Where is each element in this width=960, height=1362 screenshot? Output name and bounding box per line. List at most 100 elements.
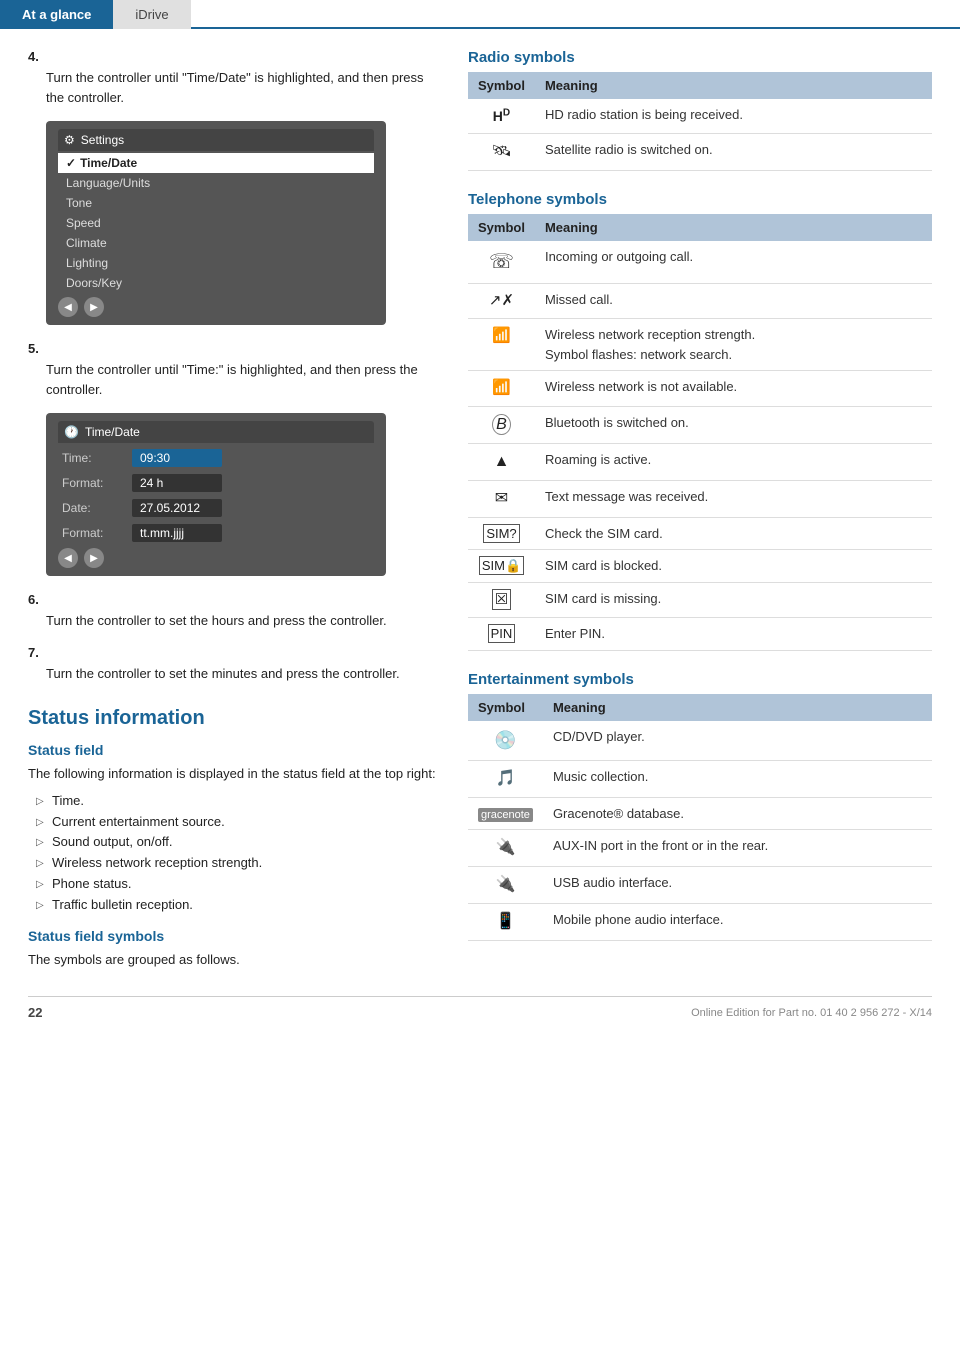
right-column: Radio symbols Symbol Meaning HD HD radio… — [468, 49, 932, 976]
bullet-entertainment: Current entertainment source. — [36, 812, 438, 833]
timedate-row-format2: Format: tt.mm.jjjj — [58, 522, 374, 544]
timedate-row-time: Time: 09:30 — [58, 447, 374, 469]
ent-col-symbol: Symbol — [468, 694, 543, 721]
ent-symbol-mobile: 📱 — [468, 904, 543, 941]
table-row: 🛰 Satellite radio is switched on. — [468, 133, 932, 170]
tel-meaning-sim-check: Check the SIM card. — [535, 517, 932, 550]
ent-symbol-usb: 🔌 — [468, 867, 543, 904]
ent-symbol-aux: 🔌 — [468, 830, 543, 867]
ent-symbol-music: 🎵 — [468, 760, 543, 797]
tel-meaning-roam: Roaming is active. — [535, 443, 932, 480]
tel-meaning-sim-blocked: SIM card is blocked. — [535, 550, 932, 583]
tel-meaning-missed: Missed call. — [535, 283, 932, 319]
table-row: SIM? Check the SIM card. — [468, 517, 932, 550]
ent-col-meaning: Meaning — [543, 694, 932, 721]
ent-meaning-aux: AUX-IN port in the front or in the rear. — [543, 830, 932, 867]
step-6-text: Turn the controller to set the hours and… — [46, 611, 438, 631]
tel-symbol-roam: ▲ — [468, 443, 535, 480]
checkmark-icon: ✓ — [66, 156, 76, 170]
step-5: 5. Turn the controller until "Time:" is … — [28, 341, 438, 399]
tel-meaning-sms: Text message was received. — [535, 480, 932, 517]
table-row: B Bluetooth is switched on. — [468, 406, 932, 443]
status-information-heading: Status information — [28, 707, 438, 730]
step-4: 4. Turn the controller until "Time/Date"… — [28, 49, 438, 107]
tel-symbol-call: ☏ — [468, 241, 535, 284]
table-row: HD HD radio station is being received. — [468, 99, 932, 133]
tel-symbol-sim-check: SIM? — [468, 517, 535, 550]
status-field-bullets: Time. Current entertainment source. Soun… — [36, 791, 438, 916]
radio-symbols-heading: Radio symbols — [468, 49, 932, 66]
bullet-time: Time. — [36, 791, 438, 812]
telephone-symbols-heading: Telephone symbols — [468, 191, 932, 208]
footer-text: Online Edition for Part no. 01 40 2 956 … — [691, 1007, 932, 1019]
tel-symbol-no-signal: 📶 — [468, 371, 535, 407]
table-row: ☏ Incoming or outgoing call. — [468, 241, 932, 284]
status-field-subheading: Status field — [28, 742, 438, 758]
radio-col-symbol: Symbol — [468, 72, 535, 99]
bullet-sound: Sound output, on/off. — [36, 832, 438, 853]
tab-at-a-glance[interactable]: At a glance — [0, 0, 113, 29]
screen-nav-arrows: ◀ ▶ — [58, 297, 374, 317]
left-column: 4. Turn the controller until "Time/Date"… — [28, 49, 438, 976]
status-field-symbols-body: The symbols are grouped as follows. — [28, 950, 438, 971]
timedate-value-date: 27.05.2012 — [132, 499, 222, 517]
timedate-title-text: Time/Date — [85, 425, 140, 439]
tel-symbol-bt: B — [468, 406, 535, 443]
timedate-value-time: 09:30 — [132, 449, 222, 467]
settings-screen-mockup: ⚙ Settings ✓ Time/Date Language/Units To… — [46, 121, 386, 325]
page-number: 22 — [28, 1005, 42, 1020]
menu-item-timedate-selected: ✓ Time/Date — [58, 153, 374, 173]
step-4-number: 4. — [28, 49, 438, 64]
entertainment-symbols-heading: Entertainment symbols — [468, 671, 932, 688]
radio-col-meaning: Meaning — [535, 72, 932, 99]
tel-symbol-pin: PIN — [468, 618, 535, 651]
radio-symbols-table: Symbol Meaning HD HD radio station is be… — [468, 72, 932, 171]
table-row: ↗✗ Missed call. — [468, 283, 932, 319]
bullet-phone: Phone status. — [36, 874, 438, 895]
step-7: 7. Turn the controller to set the minute… — [28, 645, 438, 684]
table-row: 📱 Mobile phone audio interface. — [468, 904, 932, 941]
table-row: 📶 Wireless network is not available. — [468, 371, 932, 407]
settings-gear-icon: ⚙ — [64, 133, 75, 147]
timedate-row-format1: Format: 24 h — [58, 472, 374, 494]
tab-idrive[interactable]: iDrive — [113, 0, 190, 29]
menu-item-timedate-label: Time/Date — [80, 156, 137, 170]
table-row: SIM🔒 SIM card is blocked. — [468, 550, 932, 583]
tel-meaning-pin: Enter PIN. — [535, 618, 932, 651]
timedate-nav-right: ▶ — [84, 548, 104, 568]
tel-meaning-signal: Wireless network reception strength.Symb… — [535, 319, 932, 371]
step-7-number: 7. — [28, 645, 438, 660]
radio-meaning-sat: Satellite radio is switched on. — [535, 133, 932, 170]
timedate-value-format2: tt.mm.jjjj — [132, 524, 222, 542]
timedate-label-time: Time: — [62, 451, 132, 465]
menu-item-lighting: Lighting — [58, 253, 374, 273]
step-5-number: 5. — [28, 341, 438, 356]
ent-meaning-music: Music collection. — [543, 760, 932, 797]
menu-item-doors: Doors/Key — [58, 273, 374, 293]
timedate-label-format1: Format: — [62, 476, 132, 490]
menu-item-tone: Tone — [58, 193, 374, 213]
radio-symbol-sat: 🛰 — [468, 133, 535, 170]
menu-item-speed: Speed — [58, 213, 374, 233]
telephone-symbols-table: Symbol Meaning ☏ Incoming or outgoing ca… — [468, 214, 932, 651]
bullet-traffic: Traffic bulletin reception. — [36, 895, 438, 916]
settings-screen-title: ⚙ Settings — [58, 129, 374, 151]
timedate-label-date: Date: — [62, 501, 132, 515]
ent-symbol-cd: 💿 — [468, 721, 543, 761]
step-6-number: 6. — [28, 592, 438, 607]
tel-symbol-missed: ↗✗ — [468, 283, 535, 319]
step-4-text: Turn the controller until "Time/Date" is… — [46, 68, 438, 107]
menu-item-climate: Climate — [58, 233, 374, 253]
tel-symbol-sim-blocked: SIM🔒 — [468, 550, 535, 583]
nav-right-arrow: ▶ — [84, 297, 104, 317]
tel-meaning-no-signal: Wireless network is not available. — [535, 371, 932, 407]
table-row: PIN Enter PIN. — [468, 618, 932, 651]
step-6: 6. Turn the controller to set the hours … — [28, 592, 438, 631]
ent-meaning-cd: CD/DVD player. — [543, 721, 932, 761]
tab-divider — [191, 27, 960, 29]
timedate-screen-mockup: 🕐 Time/Date Time: 09:30 Format: 24 h Dat… — [46, 413, 386, 576]
radio-symbol-hd: HD — [468, 99, 535, 133]
timedate-screen-nav: ◀ ▶ — [58, 548, 374, 568]
nav-left-arrow: ◀ — [58, 297, 78, 317]
step-7-text: Turn the controller to set the minutes a… — [46, 664, 438, 684]
